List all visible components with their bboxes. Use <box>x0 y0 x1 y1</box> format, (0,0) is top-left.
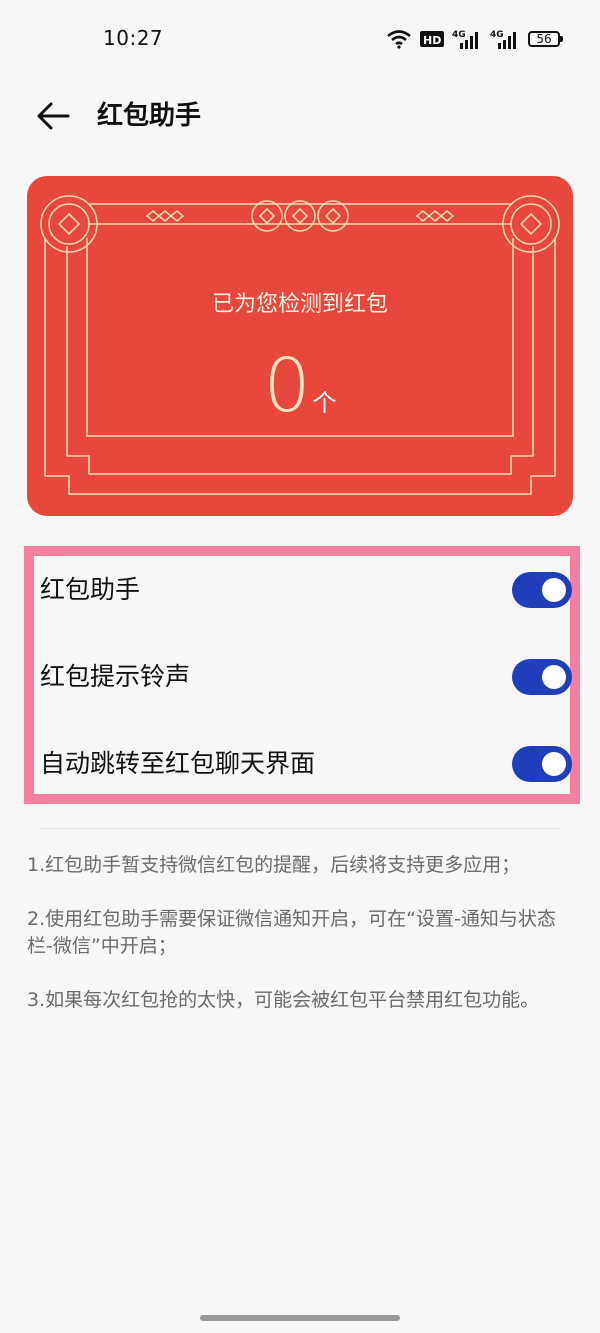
note-item: 2.使用红包助手需要保证微信通知开启，可在“设置-通知与状态栏-微信”中开启； <box>27 908 556 957</box>
toggle-knob <box>542 752 566 776</box>
app-header: 红包助手 <box>0 78 600 154</box>
setting-label: 红包助手 <box>40 575 141 604</box>
page-title: 红包助手 <box>97 101 202 131</box>
setting-label: 红包提示铃声 <box>40 662 191 691</box>
status-bar: 10:27 HD 4G 4G 56 <box>0 0 600 78</box>
count-value: 0 <box>263 343 311 429</box>
toggle-knob <box>542 665 566 689</box>
clock: 10:27 <box>103 26 164 50</box>
detected-count: 0个 <box>27 346 573 426</box>
arrow-left-icon <box>37 102 70 130</box>
divider <box>40 828 560 829</box>
back-button[interactable] <box>34 98 74 134</box>
note-item: 3.如果每次红包抢的太快，可能会被红包平台禁用红包功能。 <box>27 989 540 1011</box>
notes-section: 1.红包助手暂支持微信红包的提醒，后续将支持更多应用； 2.使用红包助手需要保证… <box>27 852 567 1041</box>
toggle-knob <box>542 578 566 602</box>
red-packet-summary-card: 已为您检测到红包 0个 <box>27 176 573 516</box>
auto-jump-toggle[interactable] <box>512 746 572 782</box>
settings-list: 红包助手 红包提示铃声 自动跳转至红包聊天界面 <box>24 546 580 804</box>
home-indicator[interactable] <box>200 1315 400 1321</box>
svg-text:HD: HD <box>423 34 441 47</box>
setting-row-red-packet-assistant[interactable]: 红包助手 <box>40 559 572 621</box>
signal-4g-icon-2: 4G <box>490 30 516 49</box>
status-icons: HD 4G 4G 56 <box>386 26 563 52</box>
count-unit: 个 <box>312 389 337 417</box>
setting-label: 自动跳转至红包聊天界面 <box>40 749 316 778</box>
setting-row-auto-jump[interactable]: 自动跳转至红包聊天界面 <box>40 733 572 795</box>
hd-icon: HD <box>420 31 444 47</box>
note-item: 1.红包助手暂支持微信红包的提醒，后续将支持更多应用； <box>27 854 521 876</box>
battery-indicator: 56 <box>528 31 563 47</box>
red-packet-assistant-toggle[interactable] <box>512 572 572 608</box>
svg-text:4G: 4G <box>490 30 504 40</box>
svg-text:4G: 4G <box>452 30 466 40</box>
setting-row-notification-sound[interactable]: 红包提示铃声 <box>40 646 572 708</box>
wifi-icon <box>387 30 411 49</box>
detected-caption: 已为您检测到红包 <box>211 292 388 317</box>
notification-sound-toggle[interactable] <box>512 659 572 695</box>
signal-4g-icon: 4G <box>452 30 478 49</box>
